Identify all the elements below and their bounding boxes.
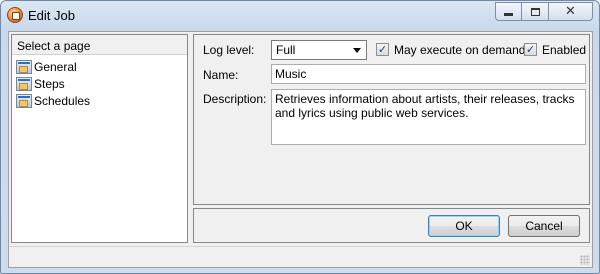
name-label: Name: [203,68,239,82]
page-item-schedules[interactable]: Schedules [12,92,187,109]
maximize-icon [530,7,540,16]
page-list: General Steps Schedules [12,55,187,109]
name-field[interactable]: Music [271,64,586,84]
page-item-label: Schedules [34,93,91,108]
properties-icon [16,93,32,108]
close-button[interactable]: ✕ [549,2,593,21]
resize-grip-icon[interactable] [580,255,590,265]
page-selector-panel: Select a page General Steps Schedules [11,34,188,243]
log-level-value: Full [276,43,296,57]
execute-on-demand-label: May execute on demand [394,43,526,57]
window-title: Edit Job [28,8,75,23]
title-bar[interactable]: Edit Job ✕ [1,1,599,29]
caption-buttons: ✕ [495,2,593,21]
description-label: Description: [203,92,267,106]
cancel-button[interactable]: Cancel [508,215,580,237]
maximize-button[interactable] [522,2,549,21]
properties-icon [16,76,32,91]
page-item-label: General [34,59,77,74]
chevron-down-icon [350,43,364,57]
page-item-label: Steps [34,76,65,91]
edit-job-window: Edit Job ✕ Select a page General Steps S… [0,0,600,274]
log-level-select[interactable]: Full [271,40,367,60]
execute-on-demand-checkbox[interactable]: ✓ [376,43,389,56]
minimize-icon [504,13,513,16]
minimize-button[interactable] [495,2,522,21]
page-selector-header: Select a page [12,35,187,55]
ok-button[interactable]: OK [428,215,500,237]
general-page-panel: Log level: Full ✓ May execute on demand … [193,34,590,205]
button-panel: OK Cancel [193,208,590,243]
status-strip [9,246,592,267]
dialog-client-area: Select a page General Steps Schedules Lo… [8,31,593,268]
close-icon: ✕ [565,4,576,19]
app-icon [7,7,23,23]
page-item-general[interactable]: General [12,58,187,75]
description-field[interactable]: Retrieves information about artists, the… [271,89,586,145]
enabled-checkbox[interactable]: ✓ [524,43,537,56]
log-level-label: Log level: [203,43,255,57]
enabled-label: Enabled [542,43,587,57]
properties-icon [16,59,32,74]
page-item-steps[interactable]: Steps [12,75,187,92]
